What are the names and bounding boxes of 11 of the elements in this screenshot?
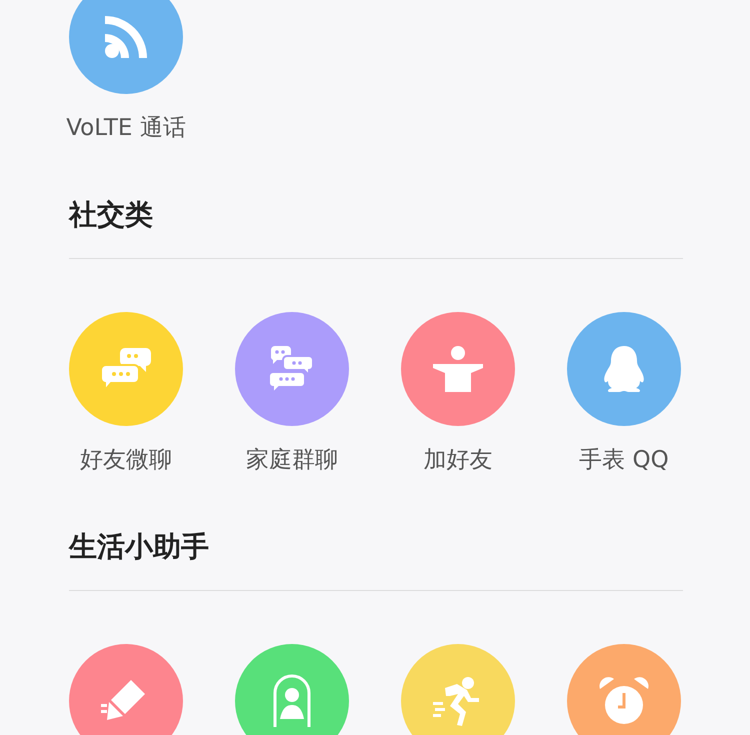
section-title: 生活小助手 — [69, 529, 210, 565]
penguin-icon — [602, 344, 646, 394]
person-icon — [433, 346, 483, 392]
person-card-icon — [272, 673, 312, 729]
app-label: 加好友 — [424, 446, 492, 475]
section-title: 社交类 — [69, 197, 154, 233]
app-label: VoLTE 通话 — [66, 114, 186, 143]
app-label: 家庭群聊 — [246, 446, 338, 475]
app-label: 手表 QQ — [579, 446, 669, 475]
app-label: 好友微聊 — [80, 446, 172, 475]
alarm-clock-icon — [598, 675, 650, 727]
